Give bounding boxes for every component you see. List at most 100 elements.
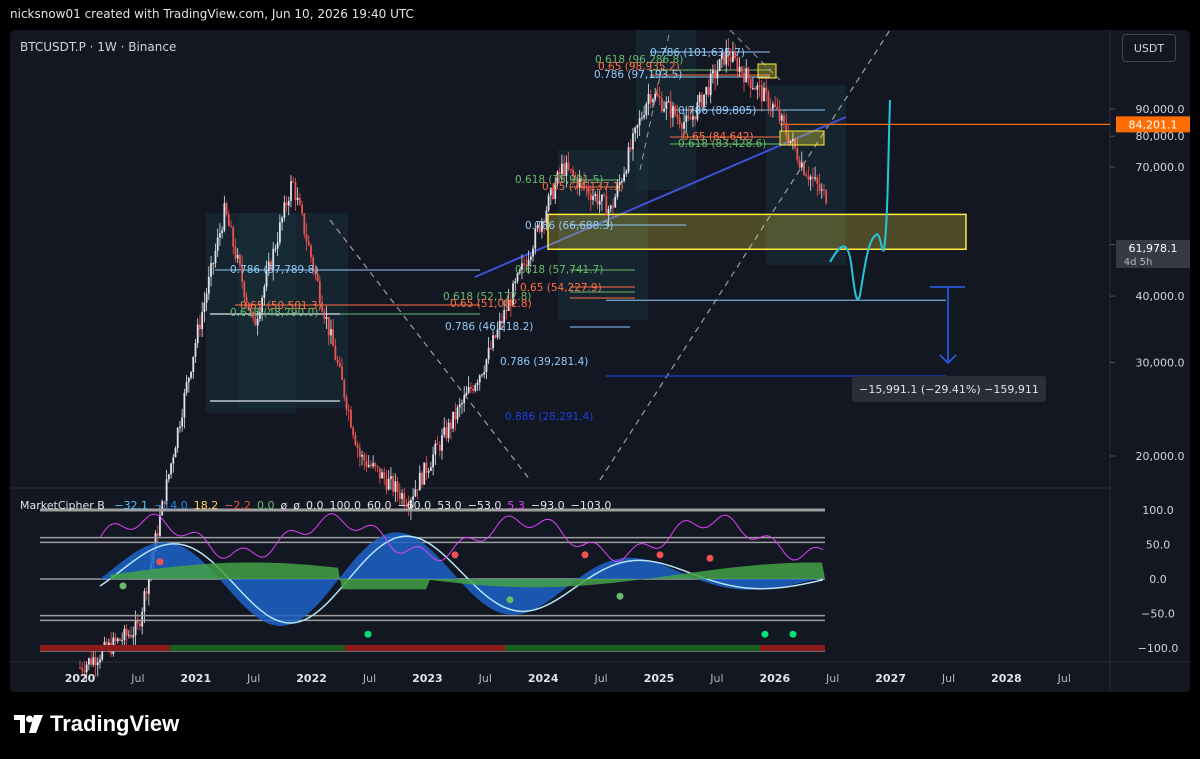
candle-body	[514, 281, 517, 284]
candle-body	[172, 457, 175, 464]
candle-body	[381, 472, 383, 479]
measure-label: −15,991.1 (−29.41%) −159,911	[859, 383, 1039, 396]
candle-body	[438, 444, 441, 451]
fib-level-label: 0.786 (66,688.3)	[525, 220, 613, 232]
candle-body	[296, 197, 299, 200]
candle-body	[452, 411, 454, 429]
time-axis-label: 2028	[991, 672, 1022, 685]
indicator-value: −103.0	[570, 499, 612, 512]
candle-body	[807, 176, 810, 180]
candle-body	[636, 125, 639, 128]
candle-body	[372, 463, 375, 467]
candle-body	[243, 281, 246, 298]
fib-level-label: 0.786 (89,805)	[678, 105, 756, 117]
candle-body	[769, 108, 772, 110]
highlight-box-top	[757, 63, 777, 79]
candle-body	[747, 68, 750, 79]
candle-body	[612, 205, 614, 208]
indicator-signal-dot	[706, 554, 714, 562]
indicator-signal-dot	[451, 551, 459, 559]
candle-body	[463, 395, 466, 403]
candle-body	[712, 70, 714, 74]
candle-body	[823, 189, 825, 191]
candle-body	[176, 427, 179, 449]
last-price-label: 61,978.1	[1129, 242, 1178, 255]
candle-body	[123, 628, 126, 641]
candle-body	[192, 356, 195, 372]
fib-level-label: 0.65 (74,137.1)	[542, 181, 624, 193]
candle-body	[210, 263, 212, 277]
candle-body	[774, 104, 777, 107]
candle-body	[678, 117, 681, 125]
candle-body	[780, 115, 783, 121]
candle-body	[456, 407, 459, 420]
trend-bar-red	[40, 645, 170, 651]
candle-body	[705, 86, 708, 95]
candle-body	[609, 205, 612, 209]
candle-body	[672, 106, 674, 118]
time-axis-label: 2027	[875, 672, 906, 685]
candle-body	[358, 448, 361, 457]
candle-body	[201, 311, 204, 330]
candle-body	[598, 200, 601, 205]
candle-body	[478, 375, 481, 383]
candle-body	[432, 454, 435, 468]
candle-body	[449, 422, 452, 429]
indicator-value: ø	[280, 499, 288, 512]
candle-body	[205, 293, 208, 303]
time-axis-label: Jul	[1057, 672, 1071, 685]
price-tick-label: 20,000.0	[1136, 450, 1185, 463]
candle-body	[390, 476, 392, 479]
indicator-value: 53.0	[437, 499, 462, 512]
candle-body	[625, 171, 628, 174]
candle-body	[283, 202, 286, 218]
indicator-scale-label: 100.0	[1142, 504, 1174, 517]
candle-body	[683, 121, 685, 129]
fib-level-label: 0.618 (57,741.7)	[515, 264, 603, 276]
candle-body	[600, 194, 603, 201]
candle-body	[820, 189, 823, 191]
candle-body	[663, 108, 665, 112]
candle-body	[285, 202, 288, 206]
candle-body	[805, 174, 808, 177]
chart-panel[interactable]: 90,000.080,000.070,000.050,000.040,000.0…	[10, 30, 1190, 692]
currency-button[interactable]: USDT	[1122, 34, 1176, 62]
indicator-signal-dot	[581, 551, 589, 559]
candle-body	[532, 248, 534, 257]
candle-body	[174, 448, 177, 458]
candle-body	[776, 106, 779, 110]
candle-body	[307, 241, 310, 246]
candle-body	[281, 217, 283, 223]
candle-body	[79, 667, 81, 669]
candle-body	[96, 662, 99, 666]
candle-body	[274, 248, 277, 250]
price-tick-label: 40,000.0	[1136, 290, 1185, 303]
candle-body	[194, 343, 197, 357]
candle-body	[825, 190, 828, 204]
candle-body	[529, 256, 532, 260]
time-axis-label: 2020	[65, 672, 96, 685]
candle-body	[634, 127, 637, 134]
candle-body	[136, 620, 139, 624]
price-chart[interactable]: 90,000.080,000.070,000.050,000.040,000.0…	[10, 30, 1190, 692]
indicator-legend: MarketCipher B −32.1 −14.0 18.2 −2.2 0.0 ø ø 0.…	[20, 499, 617, 512]
candle-body	[461, 402, 463, 405]
candle-body	[561, 163, 563, 174]
indicator-value: 60.0	[366, 499, 392, 512]
indicator-value: −14.0	[154, 499, 188, 512]
candle-body	[596, 194, 599, 205]
candle-body	[227, 214, 230, 227]
candle-body	[276, 242, 279, 249]
candle-body	[567, 162, 570, 170]
candle-body	[485, 359, 488, 373]
candle-body	[414, 489, 417, 497]
candle-body	[629, 147, 632, 150]
candle-body	[760, 85, 763, 102]
candle-body	[494, 335, 497, 338]
countdown-label: 4d 5h	[1124, 257, 1153, 268]
candle-body	[454, 411, 457, 420]
indicator-signal-dot	[156, 558, 164, 566]
trend-bar-red	[345, 645, 505, 651]
candle-body	[383, 472, 386, 479]
tradingview-logo[interactable]: TradingView	[14, 711, 179, 737]
